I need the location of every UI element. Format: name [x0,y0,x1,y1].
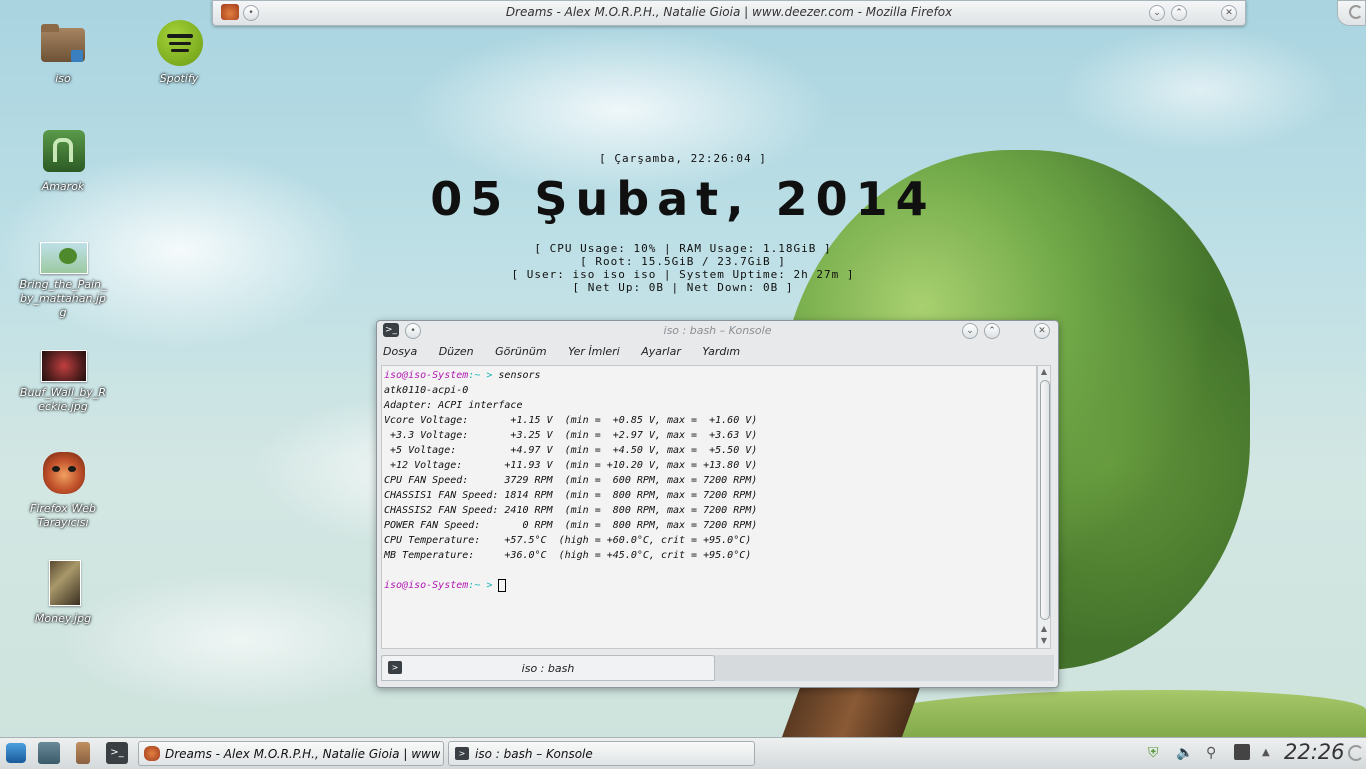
desktop-icon-label: Bring_the_Pain_by_mattahan.jpg [19,278,107,319]
task-konsole[interactable]: > iso : bash – Konsole [448,741,755,766]
prompt-separator: :~ > [468,580,493,591]
cashew-icon [1349,5,1363,19]
desktop-icon-label: Amarok [41,180,85,193]
minimize-button[interactable]: ⌄ [1149,5,1165,21]
panel-corner-handle[interactable] [1337,0,1366,26]
conky-stats-line: [ CPU Usage: 10% | RAM Usage: 1.18GiB ] [534,242,832,255]
terminal-scrollbar[interactable]: ▲ ▲ ▼ [1037,365,1051,649]
desktop-icon-buuf-wall[interactable]: Buuf_Wall_by_Reckie.jpg [18,350,108,414]
terminal-line: CPU Temperature: +57.5°C (high = +60.0°C… [384,535,752,546]
scrollbar-thumb[interactable] [1040,380,1050,620]
terminal-line: Adapter: ACPI interface [384,400,523,411]
folder-icon [39,20,87,68]
conky-date: 05 Şubat, 2014 [430,172,936,226]
maximize-button[interactable]: ⌃ [984,323,1000,339]
terminal-command-line: iso@iso-System:~ > sensors [384,368,1036,383]
terminal-line: +5 Voltage: +4.97 V (min = +4.50 V, max … [384,445,758,456]
konsole-tabbar: > iso : bash [381,655,1054,681]
firefox-window-titlebar[interactable]: • Dreams - Alex M.O.R.P.H., Natalie Gioi… [212,0,1246,26]
terminal-icon[interactable]: >_ [106,742,128,764]
tab-iso-bash[interactable]: > iso : bash [381,655,715,681]
package-icon[interactable] [76,742,90,764]
minimize-button[interactable]: ⌄ [962,323,978,339]
terminal-line: atk0110-acpi-0 [384,385,469,396]
panel-toolbox-icon[interactable] [1348,745,1364,761]
task-label: iso : bash – Konsole [475,747,593,761]
desktop-icon-spotify[interactable]: Spotify [134,20,224,86]
terminal-line: +12 Voltage: +11.93 V (min = +10.20 V, m… [384,460,758,471]
close-button[interactable]: ✕ [1221,5,1237,21]
tray-expand-arrow-icon[interactable]: ▲ [1262,747,1270,758]
file-manager-icon[interactable] [38,742,60,764]
volume-icon[interactable]: 🔈 [1176,745,1193,761]
spotify-icon [155,20,203,68]
desktop-icon-label: Buuf_Wall_by_Reckie.jpg [19,386,107,413]
tab-label: iso : bash [521,662,575,675]
text-cursor [498,578,507,592]
scroll-up-arrow-icon[interactable]: ▲ [1039,367,1049,377]
prompt-user: iso@iso-System [384,370,469,381]
firefox-window-title: Dreams - Alex M.O.R.P.H., Natalie Gioia … [505,5,953,19]
desktop-icon-label: Firefox Web Tarayıcısı [30,502,96,529]
usb-icon[interactable]: ⚲ [1206,745,1216,761]
desktop-icon-iso[interactable]: iso [18,20,108,86]
task-firefox[interactable]: Dreams - Alex M.O.R.P.H., Natalie Gioia … [138,741,444,766]
desktop-icon-amarok[interactable]: Amarok [18,128,108,194]
prompt-user: iso@iso-System [384,580,469,591]
desktop-icon-label: Money.jpg [34,612,92,625]
terminal-line: CPU FAN Speed: 3729 RPM (min = 600 RPM, … [384,475,758,486]
desktop-icon-money[interactable]: Money.jpg [18,560,108,626]
desktop-icon-firefox[interactable]: Firefox Web Tarayıcısı [18,450,108,530]
konsole-titlebar[interactable]: >_ • iso : bash – Konsole ⌄ ⌃ ✕ [377,321,1058,341]
terminal-line: POWER FAN Speed: 0 RPM (min = 800 RPM, m… [384,520,758,531]
clock[interactable]: 22:26 [1284,740,1345,764]
terminal-line: MB Temperature: +36.0°C (high = +45.0°C,… [384,550,752,561]
terminal-icon: > [455,747,469,760]
terminal-line: CHASSIS1 FAN Speed: 1814 RPM (min = 800 … [384,490,758,501]
menu-yer-imleri[interactable]: Yer İmleri [568,345,620,358]
menu-dosya[interactable]: Dosya [383,345,417,358]
close-button[interactable]: ✕ [1034,323,1050,339]
terminal-output[interactable]: iso@iso-System:~ > sensors atk0110-acpi-… [381,365,1037,649]
terminal-line: Vcore Voltage: +1.15 V (min = +0.85 V, m… [384,415,758,426]
image-thumbnail-icon [39,350,87,382]
menu-yardim[interactable]: Yardım [702,345,740,358]
scroll-up-arrow-icon[interactable]: ▲ [1039,624,1049,634]
conky-datetime: [ Çarşamba, 22:26:04 ] [599,152,767,165]
taskbar: >_ Dreams - Alex M.O.R.P.H., Natalie Gio… [0,737,1366,769]
security-shield-icon[interactable]: ⛨ [1148,745,1159,761]
image-thumbnail-icon [39,240,88,274]
image-thumbnail-icon [39,560,87,608]
wallpaper-grass [860,690,1366,740]
menu-ayarlar[interactable]: Ayarlar [641,345,681,358]
terminal-prompt-line: iso@iso-System:~ > [384,578,1036,593]
konsole-menubar: Dosya Düzen Görünüm Yer İmleri Ayarlar Y… [383,345,758,363]
terminal-command: sensors [492,370,541,381]
task-label: Dreams - Alex M.O.R.P.H., Natalie Gioia … [165,747,440,761]
firefox-icon [144,746,160,761]
desktop-icon-bring-the-pain[interactable]: Bring_the_Pain_by_mattahan.jpg [18,240,108,320]
scroll-down-arrow-icon[interactable]: ▼ [1039,636,1049,646]
konsole-window[interactable]: >_ • iso : bash – Konsole ⌄ ⌃ ✕ Dosya Dü… [376,320,1059,688]
conky-stats-line: [ Root: 15.5GiB / 23.7GiB ] [580,255,786,268]
desktop-icon-label: iso [55,72,71,85]
terminal-line: CHASSIS2 FAN Speed: 2410 RPM (min = 800 … [384,505,758,516]
prompt-separator: :~ > [468,370,493,381]
conky-stats-line: [ User: iso iso iso | System Uptime: 2h … [511,268,855,281]
terminal-line: +3.3 Voltage: +3.25 V (min = +2.97 V, ma… [384,430,758,441]
menu-gorunum[interactable]: Görünüm [495,345,546,358]
desktop-icon-label: Spotify [159,72,199,85]
konsole-window-title: iso : bash – Konsole [663,324,772,337]
printer-icon[interactable] [1234,744,1250,760]
amarok-icon [39,128,87,176]
conky-stats-line: [ Net Up: 0B | Net Down: 0B ] [572,281,794,294]
firefox-icon [39,450,87,498]
menu-duzen[interactable]: Düzen [439,345,474,358]
maximize-button[interactable]: ⌃ [1171,5,1187,21]
application-launcher-icon[interactable] [6,743,26,763]
